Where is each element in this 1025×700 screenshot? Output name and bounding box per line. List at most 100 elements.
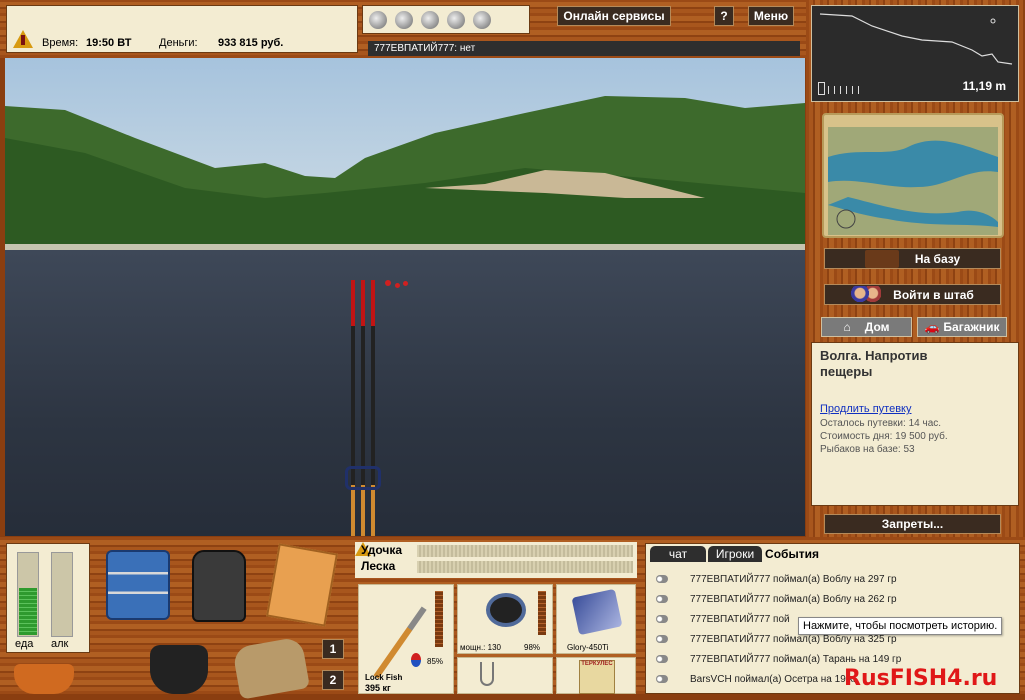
reel-item-icon bbox=[486, 593, 526, 627]
house-icon bbox=[864, 249, 899, 268]
list-item: BarsVCH поймал(а) Осетра на 19 кг bbox=[656, 670, 857, 688]
fish-icon bbox=[656, 595, 668, 603]
float-marker[interactable] bbox=[395, 283, 400, 288]
food-meter-fill bbox=[19, 587, 37, 635]
hq-button[interactable]: Войти в штаб bbox=[824, 284, 1001, 305]
home-button[interactable]: ⌂ Дом bbox=[821, 317, 912, 337]
fishing-rod[interactable] bbox=[351, 280, 355, 536]
reel-item-pct: 98% bbox=[524, 643, 541, 652]
battery-icon bbox=[818, 82, 825, 95]
slot-1-button[interactable]: 1 bbox=[322, 639, 344, 659]
gear-status-panel: Удочка Леска bbox=[355, 542, 637, 578]
rod-bar bbox=[417, 545, 633, 557]
home-icon: ⌂ bbox=[843, 320, 851, 334]
time-label: Время: bbox=[42, 37, 79, 49]
map-scroll[interactable] bbox=[822, 113, 1004, 238]
line-bar bbox=[417, 561, 633, 573]
line-spool-icon bbox=[571, 588, 623, 636]
warning-icon-mark bbox=[21, 35, 25, 45]
location-title: Волга. Напротив пещеры bbox=[820, 348, 928, 379]
bait-icon[interactable] bbox=[421, 10, 439, 29]
alcohol-label: алк bbox=[51, 638, 69, 650]
tab-events[interactable]: События bbox=[764, 546, 820, 562]
bait-icon[interactable] bbox=[447, 10, 465, 29]
float-marker[interactable] bbox=[385, 280, 391, 286]
time-value: 19:50 ВТ bbox=[86, 37, 132, 49]
trunk-label: Багажник bbox=[943, 320, 1000, 334]
fishing-rod[interactable] bbox=[361, 280, 365, 536]
list-item: 777ЕВПАТИЙ777 пой bbox=[656, 610, 790, 628]
extend-permit-link[interactable]: Продлить путевку bbox=[820, 403, 911, 415]
menu-button[interactable]: Меню bbox=[748, 6, 794, 26]
line-item-cell[interactable]: Glory-450Ti bbox=[556, 584, 636, 654]
fish-icon bbox=[656, 635, 668, 643]
home-label: Дом bbox=[864, 320, 890, 334]
map-image bbox=[828, 127, 998, 235]
tab-players[interactable]: Игроки bbox=[708, 546, 762, 562]
cauldron-icon[interactable] bbox=[150, 645, 208, 694]
bait-icon[interactable] bbox=[369, 10, 387, 29]
event-text: 777ЕВПАТИЙ777 поймал(а) Воблу на 325 гр bbox=[690, 633, 897, 645]
float-icon bbox=[411, 653, 421, 667]
hq-label: Войти в штаб bbox=[893, 287, 974, 302]
bucket-icon[interactable] bbox=[14, 664, 74, 694]
watermark: RusFISH4.ru bbox=[844, 666, 998, 691]
tackle-box-icon[interactable] bbox=[106, 550, 170, 620]
list-item: 777ЕВПАТИЙ777 поймал(а) Воблу на 262 гр bbox=[656, 590, 897, 608]
water bbox=[5, 250, 805, 536]
history-tooltip: Нажмите, чтобы посмотреть историю. bbox=[798, 617, 1003, 635]
fishing-scene[interactable] bbox=[5, 58, 805, 536]
bait-icon[interactable] bbox=[473, 10, 491, 29]
event-text: 777ЕВПАТИЙ777 пой bbox=[690, 613, 790, 625]
to-base-button[interactable]: На базу bbox=[824, 248, 1001, 269]
bait-item-cell[interactable]: ТЕРКУЛЕС bbox=[556, 657, 636, 694]
bait-package-icon: ТЕРКУЛЕС bbox=[579, 660, 615, 694]
trunk-button[interactable]: 🚗 Багажник bbox=[917, 317, 1007, 337]
rod-item-icon bbox=[373, 606, 427, 679]
notebook-icon[interactable] bbox=[266, 543, 338, 627]
event-text: 777ЕВПАТИЙ777 поймал(а) Воблу на 297 гр bbox=[690, 573, 897, 585]
rod-label: Удочка bbox=[361, 543, 403, 557]
location-panel: Волга. Напротив пещеры Продлить путевку … bbox=[811, 342, 1019, 506]
rod-item-cell[interactable]: 85% Lock Fish 395 кг bbox=[358, 584, 454, 694]
bait-icon[interactable] bbox=[395, 10, 413, 29]
line-label: Леска bbox=[361, 559, 396, 573]
status-panel: Время: 19:50 ВТ Деньги: 933 815 руб. bbox=[6, 5, 358, 53]
fish-icon bbox=[656, 575, 668, 583]
people-icon bbox=[851, 285, 882, 304]
money-label: Деньги: bbox=[159, 37, 198, 49]
hook-item-cell[interactable] bbox=[457, 657, 553, 694]
depth-panel: 11,19 m bbox=[811, 5, 1019, 102]
backpack-icon[interactable] bbox=[192, 550, 246, 622]
slot-2-button[interactable]: 2 bbox=[322, 670, 344, 690]
reel-strength-bar bbox=[538, 591, 546, 635]
help-button[interactable]: ? bbox=[714, 6, 734, 26]
event-text: BarsVCH поймал(а) Осетра на 19 кг bbox=[690, 673, 857, 685]
reel-icon bbox=[345, 466, 381, 490]
fish-icon bbox=[656, 655, 668, 663]
food-label: еда bbox=[15, 638, 34, 650]
reel-item-power: мощн.: 130 bbox=[460, 643, 501, 652]
alcohol-meter bbox=[51, 552, 73, 637]
permit-remaining: Осталось путевки: 14 час. bbox=[820, 418, 942, 429]
fishing-rod[interactable] bbox=[371, 280, 375, 536]
rod-item-weight: 395 кг bbox=[365, 683, 391, 693]
event-text: 777ЕВПАТИЙ777 поймал(а) Тарань на 149 гр bbox=[690, 653, 902, 665]
hook-icon bbox=[480, 662, 494, 686]
fish-icon bbox=[656, 675, 668, 683]
player-status-line: 777ЕВПАТИЙ777: нет bbox=[368, 41, 800, 56]
daily-cost: Стоимость дня: 19 500 руб. bbox=[820, 431, 948, 442]
tab-chat[interactable]: чат bbox=[650, 546, 706, 562]
depth-value: 11,19 m bbox=[962, 79, 1006, 93]
money-value: 933 815 руб. bbox=[218, 37, 284, 49]
fish-icon bbox=[656, 615, 668, 623]
hills bbox=[5, 96, 805, 250]
online-services-button[interactable]: Онлайн сервисы bbox=[557, 6, 671, 26]
baits-panel bbox=[362, 5, 530, 34]
list-item: 777ЕВПАТИЙ777 поймал(а) Воблу на 297 гр bbox=[656, 570, 897, 588]
bans-button[interactable]: Запреты... bbox=[824, 514, 1001, 534]
reel-item-cell[interactable]: мощн.: 130 98% bbox=[457, 584, 553, 654]
meters-panel: еда алк bbox=[6, 543, 90, 653]
float-marker[interactable] bbox=[403, 281, 408, 286]
to-base-label: На базу bbox=[914, 251, 961, 266]
